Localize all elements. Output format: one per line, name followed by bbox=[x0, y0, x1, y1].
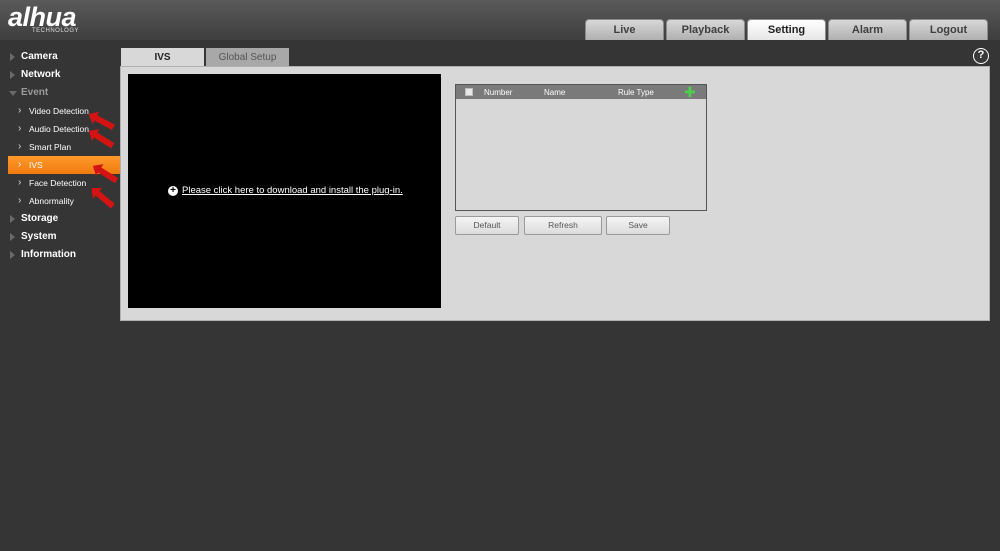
save-button[interactable]: Save bbox=[606, 216, 670, 235]
main-nav: Live Playback Setting Alarm Logout bbox=[585, 19, 990, 40]
sidebar-item-system[interactable]: System bbox=[0, 228, 120, 246]
content-tabs: IVS Global Setup bbox=[121, 48, 291, 67]
sidebar-subitem-label: Video Detection bbox=[29, 106, 89, 116]
sidebar-subitem-label: Face Detection bbox=[29, 178, 87, 188]
sidebar-item-event[interactable]: Event bbox=[0, 84, 120, 102]
sidebar-item-information[interactable]: Information bbox=[0, 246, 120, 264]
chevron-right-icon: › bbox=[18, 159, 22, 170]
logo-subtext: TECHNOLOGY bbox=[32, 28, 80, 34]
rule-table-header: Number Name Rule Type ✚ bbox=[456, 85, 706, 99]
chevron-right-icon: › bbox=[18, 195, 22, 206]
chevron-right-icon: › bbox=[18, 141, 22, 152]
help-icon[interactable]: ? bbox=[973, 48, 989, 64]
sidebar-subitem-label: Audio Detection bbox=[29, 124, 90, 134]
top-header: alhua TECHNOLOGY Live Playback Setting A… bbox=[0, 0, 1000, 40]
sidebar-item-label: Camera bbox=[21, 51, 58, 62]
sidebar-subitem-face-detection[interactable]: › Face Detection bbox=[0, 174, 120, 192]
nav-tab-alarm[interactable]: Alarm bbox=[828, 19, 907, 40]
sidebar-item-camera[interactable]: Camera bbox=[0, 48, 120, 66]
sidebar-item-label: Storage bbox=[21, 213, 59, 224]
chevron-right-icon: › bbox=[18, 105, 22, 116]
tab-ivs[interactable]: IVS bbox=[121, 48, 204, 67]
tab-global-setup[interactable]: Global Setup bbox=[206, 48, 289, 67]
chevron-right-icon: › bbox=[18, 177, 22, 188]
column-header-name: Name bbox=[544, 87, 566, 97]
expand-triangle-icon bbox=[10, 233, 15, 241]
sidebar-item-network[interactable]: Network bbox=[0, 66, 120, 84]
dahua-logo: alhua TECHNOLOGY bbox=[8, 2, 108, 38]
column-header-number: Number bbox=[484, 87, 513, 97]
action-buttons: Default Refresh Save bbox=[455, 216, 675, 235]
nav-tab-playback[interactable]: Playback bbox=[666, 19, 745, 40]
nav-tab-setting[interactable]: Setting bbox=[747, 19, 826, 40]
nav-tab-live[interactable]: Live bbox=[585, 19, 664, 40]
column-header-rule-type: Rule Type bbox=[618, 87, 654, 97]
plugin-download-text: Please click here to download and instal… bbox=[182, 185, 403, 196]
sidebar-subitem-label: Abnormality bbox=[29, 196, 74, 206]
ivs-panel: + Please click here to download and inst… bbox=[120, 66, 990, 321]
collapse-triangle-icon bbox=[9, 91, 17, 96]
default-button[interactable]: Default bbox=[455, 216, 519, 235]
video-preview: + Please click here to download and inst… bbox=[128, 74, 441, 308]
sidebar-subitem-label: Smart Plan bbox=[29, 142, 72, 152]
add-rule-icon[interactable]: ✚ bbox=[684, 85, 696, 99]
sidebar-item-storage[interactable]: Storage bbox=[0, 210, 120, 228]
download-plus-icon: + bbox=[168, 185, 178, 196]
expand-triangle-icon bbox=[10, 215, 15, 223]
nav-tab-logout[interactable]: Logout bbox=[909, 19, 988, 40]
rule-table: Number Name Rule Type ✚ bbox=[455, 84, 707, 211]
plugin-download-link[interactable]: + Please click here to download and inst… bbox=[168, 185, 403, 196]
sidebar-item-label: Network bbox=[21, 69, 61, 80]
sidebar-item-label: Event bbox=[21, 87, 49, 98]
sidebar: Camera Network Event › Video Detection ›… bbox=[0, 48, 120, 264]
chevron-right-icon: › bbox=[18, 123, 22, 134]
sidebar-item-label: Information bbox=[21, 249, 76, 260]
select-all-checkbox[interactable] bbox=[465, 88, 473, 96]
sidebar-item-label: System bbox=[21, 231, 57, 242]
sidebar-subitem-label: IVS bbox=[29, 160, 43, 170]
expand-triangle-icon bbox=[10, 71, 15, 79]
refresh-button[interactable]: Refresh bbox=[524, 216, 602, 235]
expand-triangle-icon bbox=[10, 53, 15, 61]
expand-triangle-icon bbox=[10, 251, 15, 259]
